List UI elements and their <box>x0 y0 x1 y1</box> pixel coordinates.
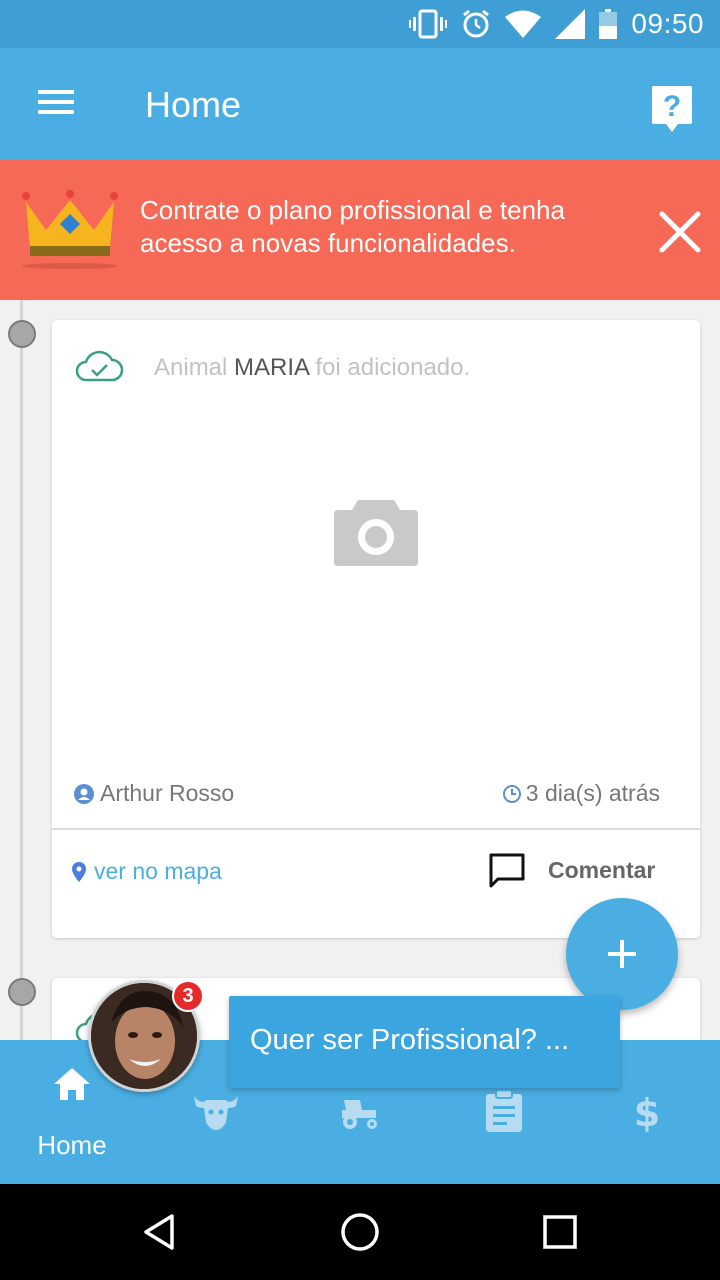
feed-card: Animal MARIA foi adicionado. Arthur Ross… <box>52 320 700 938</box>
plus-icon-bar <box>620 940 624 968</box>
close-icon[interactable] <box>652 204 708 260</box>
menu-button[interactable] <box>28 82 84 126</box>
headline-suffix: foi adicionado. <box>315 354 471 381</box>
svg-text:?: ? <box>663 90 681 123</box>
chat-message-bubble[interactable]: Quer ser Profissional? ... <box>229 996 620 1088</box>
location-pin-icon <box>72 861 86 882</box>
help-icon: ? <box>652 86 692 132</box>
cow-icon <box>194 1096 238 1130</box>
back-icon[interactable] <box>138 1210 182 1254</box>
promo-banner[interactable]: Contrate o plano profissional e tenha ac… <box>0 160 720 300</box>
time-ago-text: 3 dia(s) atrás <box>525 780 660 806</box>
comment-icon <box>489 853 525 888</box>
cloud-check-icon <box>75 350 124 382</box>
menu-icon <box>38 90 74 94</box>
timeline-dot <box>8 978 36 1006</box>
home-icon <box>54 1068 90 1100</box>
timeline-dot <box>8 320 36 348</box>
author-name: Arthur Rosso <box>100 780 235 806</box>
wifi-icon <box>505 10 542 38</box>
system-navigation-bar <box>0 1184 720 1280</box>
map-link-label: ver no mapa <box>94 858 222 884</box>
dollar-icon: $ <box>634 1092 660 1132</box>
nav-label-home: Home <box>37 1130 107 1160</box>
chat-message-text: Quer ser Profissional? ... <box>250 1024 570 1056</box>
timeline-line <box>20 300 23 1040</box>
user-icon <box>74 783 94 804</box>
card-time: 3 dia(s) atrás <box>502 780 660 807</box>
animal-name[interactable]: MARIA <box>234 354 309 381</box>
promo-text: Contrate o plano profissional e tenha ac… <box>140 195 565 258</box>
recents-icon[interactable] <box>538 1210 582 1254</box>
status-bar: 09:50 <box>0 0 720 48</box>
clock-icon <box>502 784 521 803</box>
map-link[interactable]: ver no mapa <box>72 858 222 885</box>
comment-button[interactable]: Comentar <box>488 852 655 888</box>
crown-icon <box>22 190 118 269</box>
add-button[interactable] <box>566 898 678 1010</box>
card-divider <box>52 828 700 830</box>
svg-text:$: $ <box>634 1092 660 1132</box>
page-title: Home <box>145 84 242 125</box>
signal-icon <box>555 9 586 39</box>
alarm-icon <box>463 9 490 38</box>
help-button[interactable]: ? <box>650 84 694 134</box>
headline-prefix: Animal <box>154 354 228 381</box>
comment-label: Comentar <box>548 856 656 883</box>
status-icons: 09:50 <box>409 0 704 48</box>
app-bar: Home ? <box>0 48 720 160</box>
status-time: 09:50 <box>631 8 704 39</box>
menu-icon-bar <box>38 100 74 104</box>
battery-icon <box>599 9 618 39</box>
menu-icon-bar <box>38 110 74 114</box>
clipboard-icon <box>486 1090 522 1132</box>
card-author: Arthur Rosso <box>74 780 234 807</box>
camera-icon <box>334 500 418 566</box>
tractor-icon <box>342 1100 377 1129</box>
notification-badge: 3 <box>172 980 204 1012</box>
card-headline: Animal MARIA foi adicionado. <box>154 354 470 382</box>
home-circle-icon[interactable] <box>338 1210 382 1254</box>
vibrate-icon <box>409 9 448 39</box>
